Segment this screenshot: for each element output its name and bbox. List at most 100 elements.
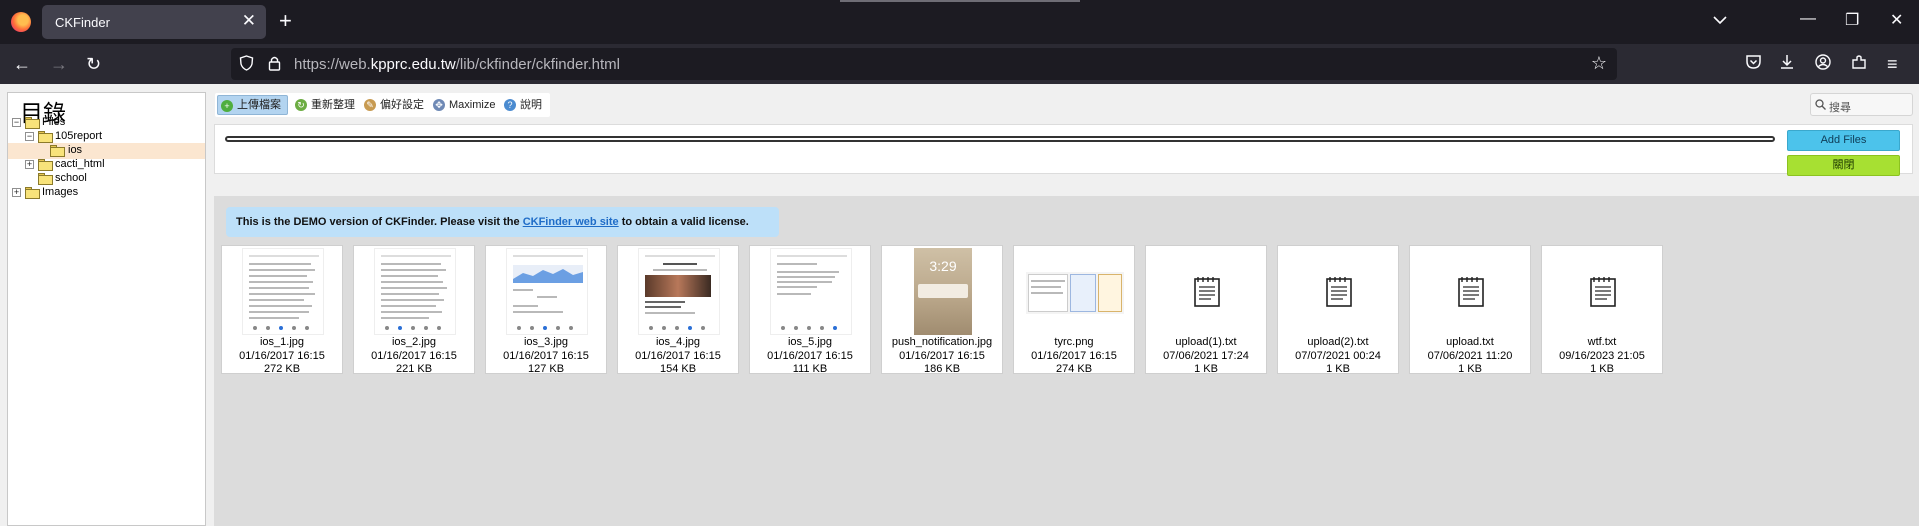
search-icon: [1815, 99, 1826, 113]
text-file-icon: [1326, 277, 1352, 307]
firefox-logo-icon[interactable]: [11, 12, 31, 32]
ckfinder-toolbar: + 上傳檔案 ↻ 重新整理 ✎ 偏好設定 ✥ Maximize ? 說明: [215, 93, 550, 117]
file-date: 01/16/2017 16:15: [1031, 350, 1117, 362]
account-icon[interactable]: [1815, 54, 1831, 74]
file-item[interactable]: tyrc.png 01/16/2017 16:15 274 KB: [1013, 245, 1135, 375]
file-name: upload.txt: [1446, 336, 1494, 348]
url-bar[interactable]: https://web.kpprc.edu.tw/lib/ckfinder/ck…: [231, 48, 1617, 80]
file-name: upload(2).txt: [1307, 336, 1369, 348]
file-name: wtf.txt: [1587, 336, 1617, 348]
image-thumbnail: [638, 248, 720, 335]
tab-title: CKFinder: [55, 15, 110, 30]
tree-item-images[interactable]: + Images: [10, 185, 200, 201]
tab-close-icon[interactable]: ✕: [242, 11, 256, 31]
extensions-icon[interactable]: [1851, 54, 1867, 74]
text-file-icon: [1590, 277, 1616, 307]
file-date: 01/16/2017 16:15: [767, 350, 853, 362]
add-files-button[interactable]: Add Files: [1787, 130, 1900, 151]
demo-notice: This is the DEMO version of CKFinder. Pl…: [226, 207, 779, 237]
bookmark-star-icon[interactable]: ☆: [1591, 53, 1607, 74]
collapse-toggle-icon[interactable]: −: [25, 132, 34, 141]
image-thumbnail: [1026, 272, 1124, 314]
settings-label: 偏好設定: [380, 99, 424, 111]
tree-item-label: cacti_html: [55, 158, 105, 170]
text-file-icon: [1458, 277, 1484, 307]
file-item[interactable]: ios_2.jpg 01/16/2017 16:15 221 KB: [353, 245, 475, 375]
search-placeholder: 搜尋: [1829, 102, 1851, 114]
file-size: 274 KB: [1055, 363, 1093, 375]
file-size: 154 KB: [659, 363, 697, 375]
file-size: 127 KB: [527, 363, 565, 375]
reload-icon[interactable]: ↻: [86, 54, 101, 74]
new-tab-icon[interactable]: +: [279, 8, 292, 34]
menu-icon[interactable]: ≡: [1887, 54, 1898, 74]
folder-icon: [38, 172, 53, 185]
expand-toggle-icon[interactable]: +: [25, 160, 34, 169]
file-item[interactable]: ios_4.jpg 01/16/2017 16:15 154 KB: [617, 245, 739, 375]
file-size: 272 KB: [263, 363, 301, 375]
file-name: ios_1.jpg: [259, 336, 305, 348]
restore-icon[interactable]: ❐: [1845, 10, 1859, 30]
file-item[interactable]: upload.txt 07/06/2021 11:20 1 KB: [1409, 245, 1531, 375]
close-upload-button[interactable]: 關閉: [1787, 155, 1900, 176]
file-date: 07/06/2021 17:24: [1163, 350, 1249, 362]
text-file-icon: [1194, 277, 1220, 307]
upload-button[interactable]: + 上傳檔案: [217, 95, 288, 115]
tree-item-label: ios: [68, 144, 83, 156]
file-date: 01/16/2017 16:15: [239, 350, 325, 362]
lock-icon[interactable]: [268, 55, 281, 75]
file-item[interactable]: 3:29 push_notification.jpg 01/16/2017 16…: [881, 245, 1003, 375]
tree-item-label: Files: [42, 116, 66, 128]
chevron-down-icon[interactable]: [1713, 12, 1727, 28]
image-thumbnail: [506, 248, 588, 335]
upload-progress-bar: [225, 136, 1775, 142]
thumbnail-clock-text: 3:29: [929, 258, 957, 274]
file-item[interactable]: ios_1.jpg 01/16/2017 16:15 272 KB: [221, 245, 343, 375]
pocket-icon[interactable]: [1745, 54, 1762, 74]
demo-notice-text-end: to obtain a valid license.: [618, 216, 749, 228]
browser-tab[interactable]: CKFinder ✕: [42, 5, 266, 39]
minimize-icon[interactable]: —: [1800, 10, 1816, 28]
help-label: 說明: [520, 99, 542, 111]
file-item[interactable]: upload(1).txt 07/06/2021 17:24 1 KB: [1145, 245, 1267, 375]
file-name: tyrc.png: [1054, 336, 1094, 348]
forward-arrow-icon[interactable]: →: [50, 54, 68, 74]
folder-icon: [25, 116, 40, 129]
file-size: 1 KB: [1194, 363, 1218, 375]
file-date: 01/16/2017 16:15: [371, 350, 457, 362]
image-thumbnail: [770, 248, 852, 335]
file-item[interactable]: ios_5.jpg 01/16/2017 16:15 111 KB: [749, 245, 871, 375]
refresh-button[interactable]: ↻ 重新整理: [292, 95, 355, 115]
file-date: 07/07/2021 00:24: [1295, 350, 1381, 362]
ckfinder-website-link[interactable]: CKFinder web site: [523, 216, 619, 228]
file-name: ios_4.jpg: [655, 336, 701, 348]
file-size: 1 KB: [1590, 363, 1614, 375]
shield-icon[interactable]: [239, 55, 254, 75]
file-size: 186 KB: [923, 363, 961, 375]
upload-panel: Add Files 關閉: [214, 124, 1913, 176]
url-text[interactable]: https://web.kpprc.edu.tw/lib/ckfinder/ck…: [294, 56, 620, 73]
settings-button[interactable]: ✎ 偏好設定: [361, 95, 424, 115]
file-item[interactable]: wtf.txt 09/16/2023 21:05 1 KB: [1541, 245, 1663, 375]
file-date: 01/16/2017 16:15: [899, 350, 985, 362]
back-arrow-icon[interactable]: ←: [13, 54, 31, 74]
file-size: 1 KB: [1458, 363, 1482, 375]
browser-nav-bar: ← → ↻ https://web.kpprc.edu.tw/lib/ckfin…: [0, 44, 1919, 84]
download-icon[interactable]: [1779, 54, 1795, 74]
file-size: 111 KB: [792, 363, 828, 375]
files-view: This is the DEMO version of CKFinder. Pl…: [214, 196, 1919, 526]
tree-item-label: Images: [42, 186, 79, 198]
file-date: 01/16/2017 16:15: [503, 350, 589, 362]
file-item[interactable]: upload(2).txt 07/07/2021 00:24 1 KB: [1277, 245, 1399, 375]
help-button[interactable]: ? 說明: [501, 95, 542, 115]
upload-plus-icon: +: [221, 100, 233, 112]
folder-icon: [50, 144, 65, 157]
folder-tree-panel: 目錄 − Files − 105report ios + cacti_html …: [7, 92, 206, 526]
close-window-icon[interactable]: ✕: [1890, 10, 1903, 30]
expand-toggle-icon[interactable]: +: [12, 188, 21, 197]
collapse-toggle-icon[interactable]: −: [12, 118, 21, 127]
browser-tab-bar: CKFinder ✕ + — ❐ ✕: [0, 0, 1919, 44]
file-item[interactable]: ios_3.jpg 01/16/2017 16:15 127 KB: [485, 245, 607, 375]
maximize-button[interactable]: ✥ Maximize: [430, 95, 495, 115]
search-input[interactable]: 搜尋: [1810, 93, 1913, 116]
